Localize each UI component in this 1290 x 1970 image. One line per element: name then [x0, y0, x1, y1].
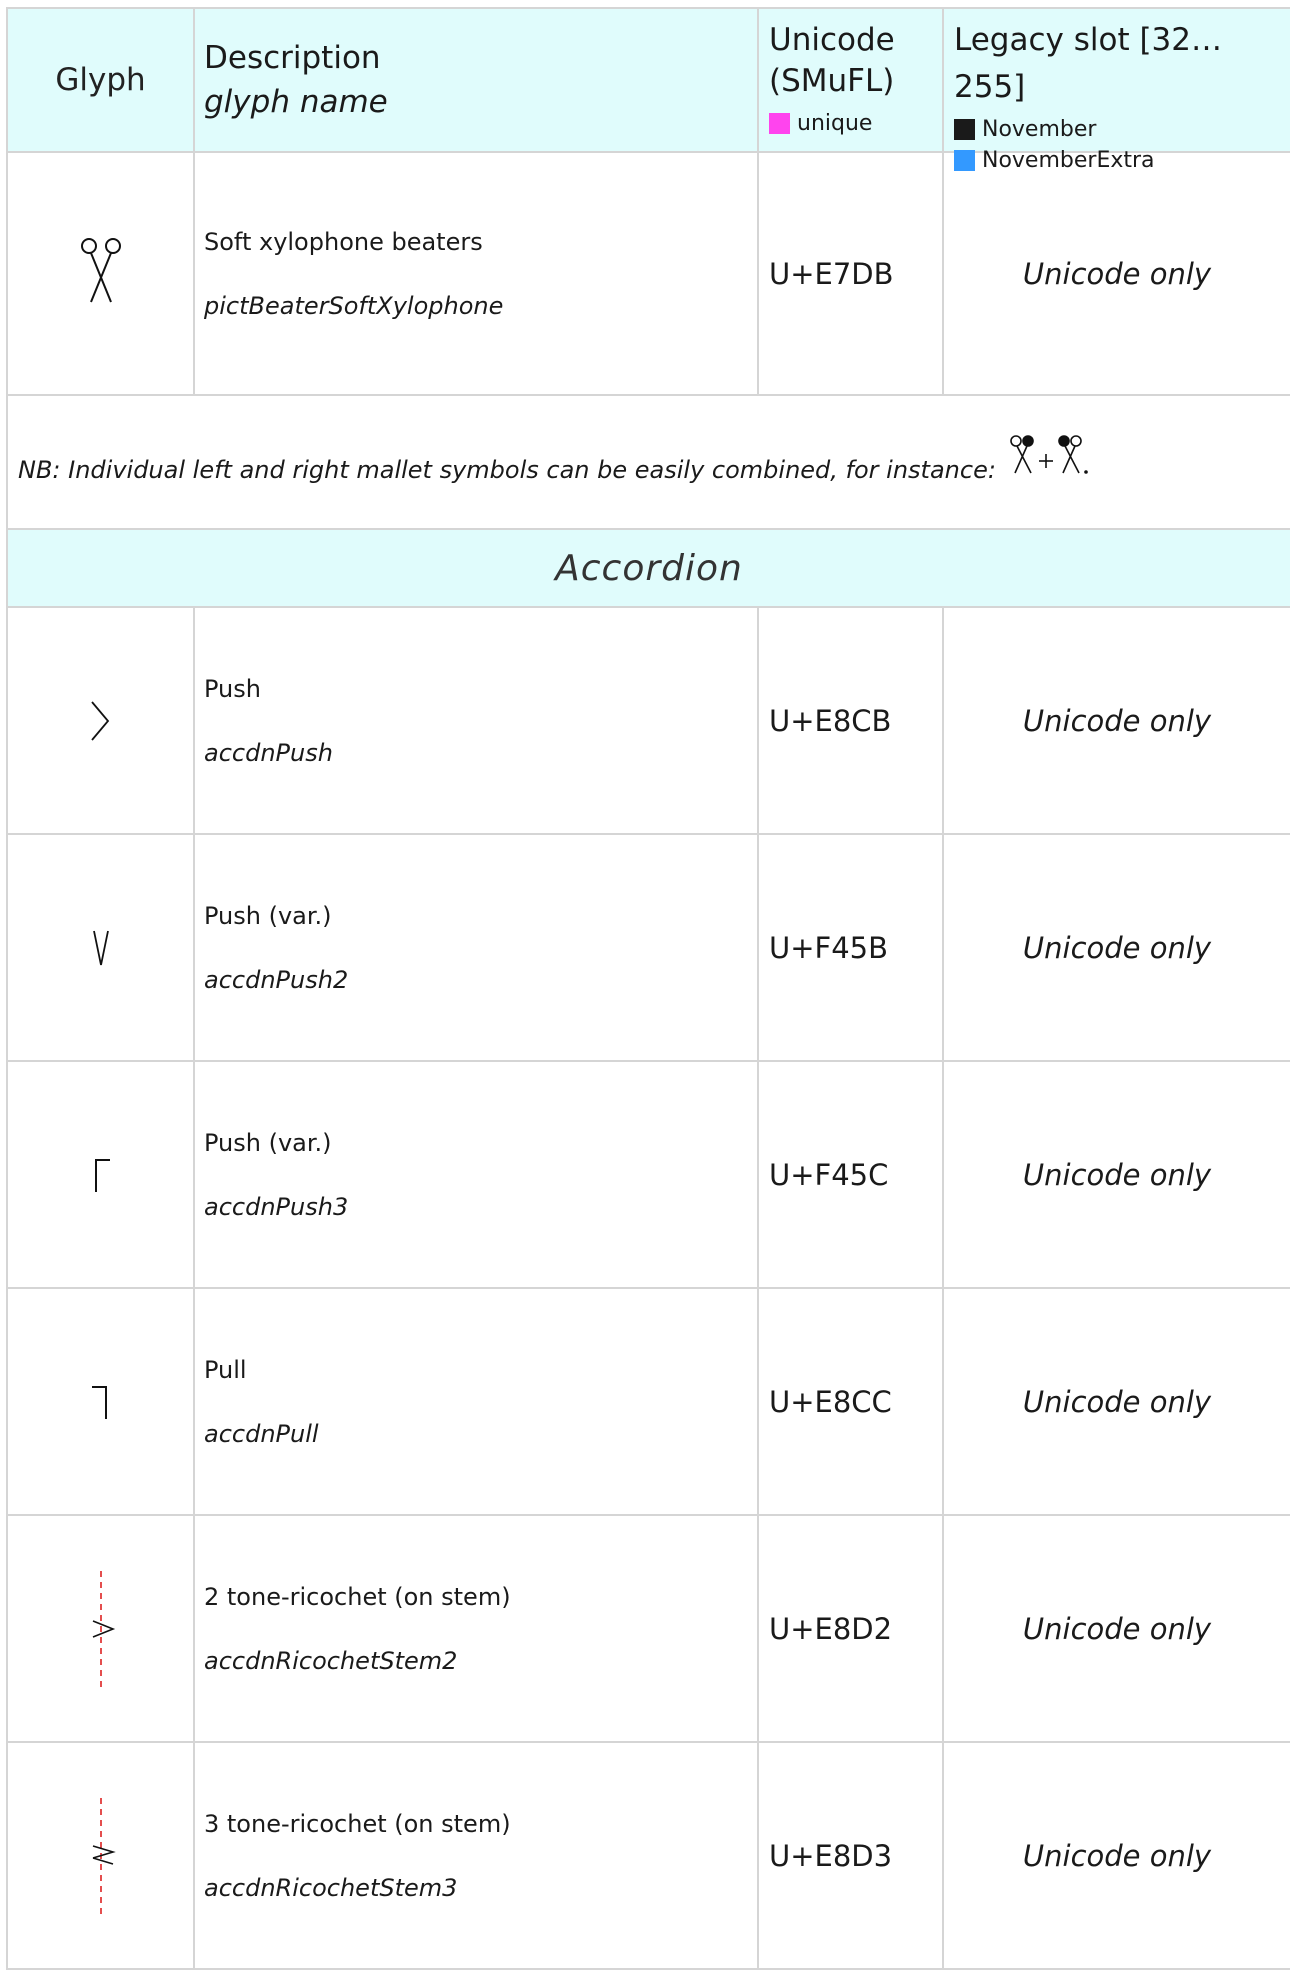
header-glyph-name: glyph name: [204, 84, 388, 120]
glyph-cell: [6, 1516, 193, 1741]
header-glyph-cell: Glyph: [6, 9, 193, 151]
section-header: Accordion: [6, 530, 1290, 608]
glyph-description: 2 tone-ricochet (on stem): [204, 1582, 511, 1611]
legacy-cell: Unicode only: [942, 1062, 1290, 1287]
legacy-value: Unicode only: [1022, 930, 1212, 965]
glyph-name: accdnPush3: [204, 1192, 349, 1221]
unicode-value: U+E8D3: [769, 1838, 893, 1873]
unicode-cell: U+E8CB: [757, 608, 942, 833]
table-row: Pull accdnPull U+E8CC Unicode only: [6, 1289, 1290, 1516]
legacy-value: Unicode only: [1022, 1611, 1212, 1646]
unicode-cell: U+E8D3: [757, 1743, 942, 1968]
legacy-value: Unicode only: [1022, 1384, 1212, 1419]
glyph-cell: [6, 153, 193, 394]
legend-unique-label: unique: [797, 111, 873, 136]
table-row: 2 tone-ricochet (on stem) accdnRicochetS…: [6, 1516, 1290, 1743]
legacy-cell: Unicode only: [942, 1743, 1290, 1968]
glyph-name: accdnPull: [204, 1419, 319, 1448]
description-cell: 2 tone-ricochet (on stem) accdnRicochetS…: [193, 1516, 757, 1741]
glyph-name: accdnRicochetStem2: [204, 1646, 458, 1675]
unicode-value: U+E8D2: [769, 1611, 893, 1646]
glyph-description: Push (var.): [204, 901, 332, 930]
header-unicode-cell: Unicode (SMuFL) unique: [757, 9, 942, 151]
unicode-value: U+F45B: [769, 930, 889, 965]
description-cell: Pull accdnPull: [193, 1289, 757, 1514]
unicode-cell: U+F45B: [757, 835, 942, 1060]
glyph-cell: [6, 1289, 193, 1514]
push-icon: [90, 700, 109, 741]
section-title: Accordion: [555, 547, 743, 589]
glyph-cell: [6, 1743, 193, 1968]
legacy-value: Unicode only: [1022, 256, 1212, 291]
header-description: Description: [204, 40, 381, 76]
description-cell: Push accdnPush: [193, 608, 757, 833]
ricochet-stem-3-icon: [92, 1797, 116, 1914]
table-header: Glyph Description glyph name Unicode (SM…: [6, 9, 1290, 173]
glyph-cell: [6, 1062, 193, 1287]
push-var-icon: [92, 930, 109, 965]
header-unicode-smufl: (SMuFL): [769, 63, 895, 99]
header-legacy: Legacy slot [32…255]: [954, 22, 1222, 105]
table-row: Push (var.) accdnPush3 U+F45C Unicode on…: [6, 1062, 1290, 1289]
glyph-name: pictBeaterSoftXylophone: [204, 291, 504, 320]
table-row: Soft xylophone beaters pictBeaterSoftXyl…: [6, 153, 1290, 396]
description-cell: 3 tone-ricochet (on stem) accdnRicochetS…: [193, 1743, 757, 1968]
description-cell: Push (var.) accdnPush2: [193, 835, 757, 1060]
soft-xylophone-beaters-icon: [80, 237, 121, 302]
legacy-cell: Unicode only: [942, 153, 1290, 394]
unicode-cell: U+E7DB: [757, 153, 942, 394]
legend-november: November: [954, 117, 1096, 142]
unique-swatch: [769, 113, 790, 134]
combined-mallets-icon: [1010, 435, 1088, 474]
glyph-description: Soft xylophone beaters: [204, 227, 483, 256]
glyph-table: Glyph Description glyph name Unicode (SM…: [6, 7, 1290, 1970]
glyph-name: accdnRicochetStem3: [204, 1873, 458, 1902]
november-swatch: [954, 119, 975, 140]
glyph-cell: [6, 835, 193, 1060]
legacy-cell: Unicode only: [942, 1289, 1290, 1514]
pull-icon: [91, 1385, 107, 1419]
table-row: Push (var.) accdnPush2 U+F45B Unicode on…: [6, 835, 1290, 1062]
glyph-description: Pull: [204, 1355, 247, 1384]
legacy-value: Unicode only: [1022, 1157, 1212, 1192]
description-cell: Push (var.) accdnPush3: [193, 1062, 757, 1287]
unicode-cell: U+E8D2: [757, 1516, 942, 1741]
glyph-description: Push: [204, 674, 261, 703]
glyph-name: accdnPush: [204, 738, 333, 767]
legend-unique: unique: [769, 111, 942, 136]
unicode-value: U+E8CB: [769, 703, 892, 738]
glyph-description: 3 tone-ricochet (on stem): [204, 1809, 511, 1838]
legacy-value: Unicode only: [1022, 703, 1212, 738]
legacy-value: Unicode only: [1022, 1838, 1212, 1873]
table-row: Push accdnPush U+E8CB Unicode only: [6, 608, 1290, 835]
note-row: NB: Individual left and right mallet sym…: [6, 396, 1290, 530]
unicode-cell: U+E8CC: [757, 1289, 942, 1514]
legacy-cell: Unicode only: [942, 835, 1290, 1060]
legend-november-label: November: [982, 117, 1097, 142]
header-description-cell: Description glyph name: [193, 9, 757, 151]
glyph-name: accdnPush2: [204, 965, 349, 994]
push-var2-icon: [94, 1158, 110, 1192]
unicode-value: U+E7DB: [769, 256, 894, 291]
unicode-value: U+F45C: [769, 1157, 889, 1192]
unicode-cell: U+F45C: [757, 1062, 942, 1287]
description-cell: Soft xylophone beaters pictBeaterSoftXyl…: [193, 153, 757, 394]
glyph-description: Push (var.): [204, 1128, 332, 1157]
legacy-cell: Unicode only: [942, 608, 1290, 833]
header-unicode: Unicode: [769, 22, 895, 58]
glyph-cell: [6, 608, 193, 833]
unicode-value: U+E8CC: [769, 1384, 892, 1419]
header-legacy-cell: Legacy slot [32…255] November NovemberEx…: [942, 9, 1290, 173]
legacy-cell: Unicode only: [942, 1516, 1290, 1741]
note-text: NB: Individual left and right mallet sym…: [18, 456, 996, 484]
ricochet-stem-2-icon: [92, 1570, 115, 1687]
header-glyph: Glyph: [55, 62, 146, 98]
table-row: 3 tone-ricochet (on stem) accdnRicochetS…: [6, 1743, 1290, 1970]
